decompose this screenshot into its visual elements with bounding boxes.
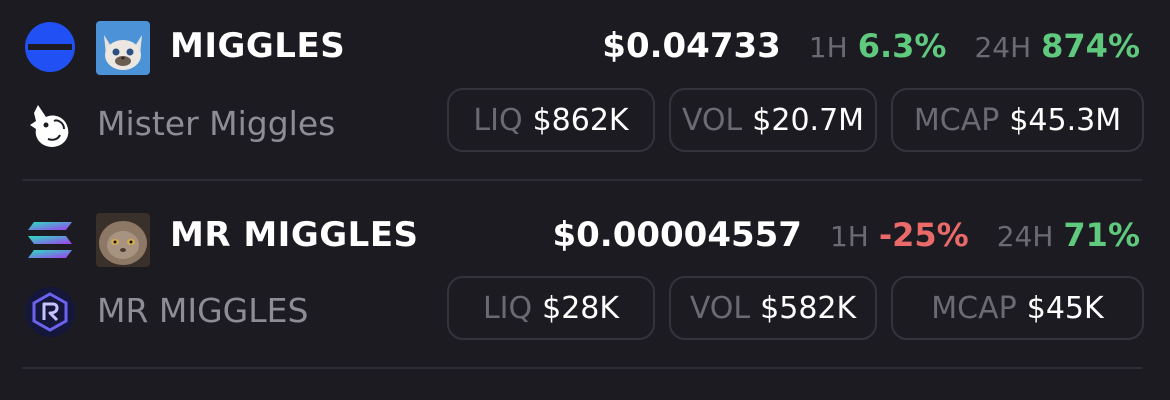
volume-pill: VOL $20.7M [669, 88, 877, 152]
change-24h-value: 71% [1063, 216, 1140, 254]
liquidity-label: LIQ [473, 102, 523, 138]
change-24h-label: 24H [996, 220, 1054, 253]
token-price: $0.00004557 [552, 215, 802, 255]
market-cap-label: MCAP [931, 290, 1017, 326]
volume-value: $582K [760, 290, 857, 326]
volume-value: $20.7M [752, 102, 865, 138]
token-price: $0.04733 [602, 26, 781, 66]
token-name: Mister Miggles [97, 104, 336, 143]
liquidity-label: LIQ [482, 290, 533, 326]
volume-pill: VOL $582K [669, 276, 877, 340]
row-divider [22, 367, 1142, 369]
solana-chain-icon [28, 222, 72, 258]
market-cap-pill: MCAP $45.3M [891, 88, 1144, 152]
token-row-mr-miggles[interactable]: MR MIGGLES MR MIGGLES $0.00004557 1H -25… [0, 188, 1170, 368]
row-divider [22, 179, 1142, 181]
liquidity-pill: LIQ $862K [447, 88, 655, 152]
token-symbol: MR MIGGLES [170, 215, 419, 255]
change-1h-value: 6.3% [857, 27, 947, 65]
token-symbol: MIGGLES [170, 26, 346, 66]
token-avatar[interactable] [96, 21, 150, 75]
volume-label: VOL [681, 102, 743, 138]
market-cap-label: MCAP [913, 102, 1000, 138]
market-cap-pill: MCAP $45K [891, 276, 1144, 340]
price-line: $0.04733 1H 6.3% 24H 874% [602, 26, 1140, 66]
liquidity-value: $862K [532, 102, 629, 138]
token-name: MR MIGGLES [97, 291, 309, 330]
base-chain-icon [25, 22, 75, 72]
market-cap-value: $45.3M [1009, 102, 1122, 138]
raydium-icon [25, 287, 75, 337]
change-24h-label: 24H [974, 31, 1032, 64]
change-1h-value: -25% [878, 216, 969, 254]
change-1h-label: 1H [808, 31, 848, 64]
liquidity-value: $28K [542, 290, 620, 326]
token-row-miggles[interactable]: MIGGLES Mister Miggles $0.04733 1H 6.3% … [0, 0, 1170, 180]
change-24h-value: 874% [1041, 27, 1140, 65]
liquidity-pill: LIQ $28K [447, 276, 655, 340]
change-1h-label: 1H [829, 220, 869, 253]
uniswap-unicorn-icon [30, 105, 69, 147]
volume-label: VOL [689, 290, 751, 326]
token-avatar[interactable] [96, 213, 150, 267]
price-line: $0.00004557 1H -25% 24H 71% [552, 215, 1140, 255]
market-cap-value: $45K [1026, 290, 1104, 326]
